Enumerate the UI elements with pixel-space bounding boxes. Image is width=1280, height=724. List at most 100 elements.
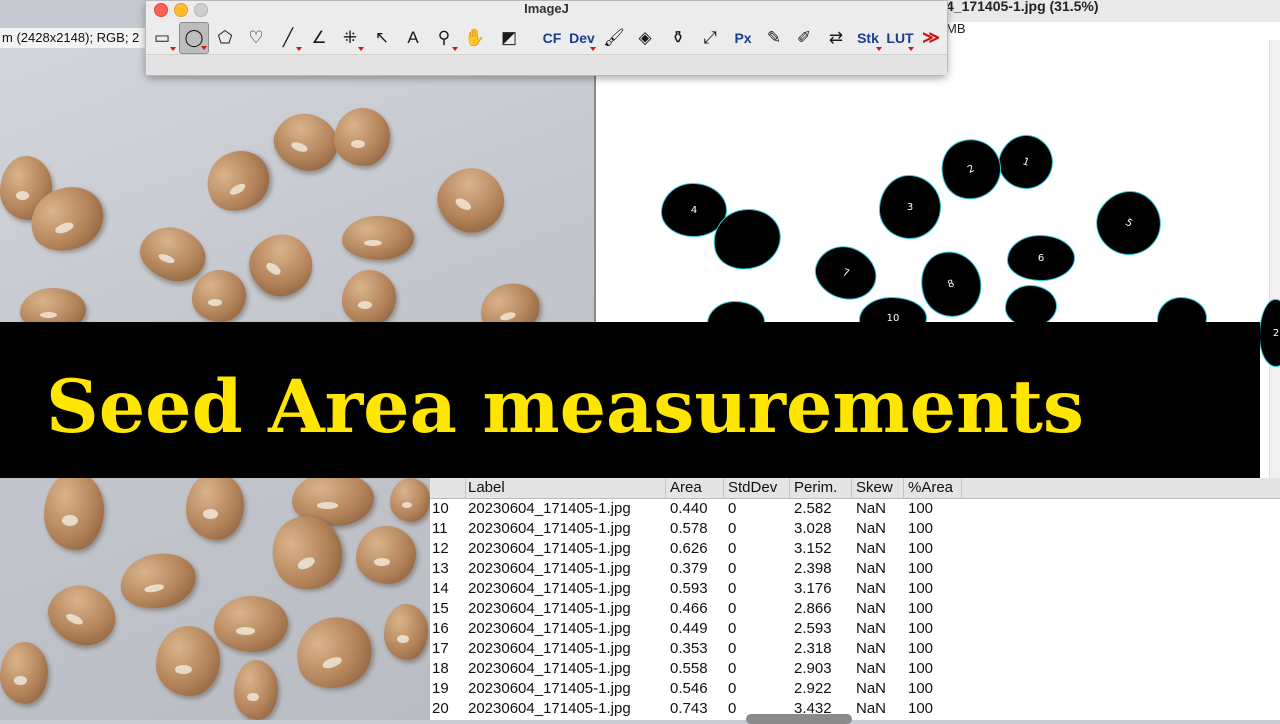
table-cell: NaN: [856, 600, 887, 617]
table-cell: 0.466: [670, 600, 708, 617]
text-tool-icon: A: [407, 28, 419, 47]
angle-tool-icon[interactable]: ∠: [304, 22, 334, 54]
horizontal-scrollbar-thumb[interactable]: [746, 714, 852, 724]
table-row[interactable]: 13 20230604_171405-1.jpg 0.379 0 2.398 NaN 100: [430, 559, 1280, 579]
lut-tool-label: LUT: [886, 30, 914, 46]
magnifier-tool-icon[interactable]: ⚲: [429, 22, 459, 54]
seed: [38, 574, 126, 656]
lut-tool[interactable]: LUT: [885, 22, 915, 54]
oval-tool-icon[interactable]: ◯: [179, 22, 209, 54]
seed: [390, 478, 430, 522]
table-cell: 11: [432, 520, 448, 537]
table-row[interactable]: 12 20230604_171405-1.jpg 0.626 0 3.152 NaN 100: [430, 539, 1280, 559]
line-tool-icon: ╱: [282, 28, 294, 47]
more-tools-icon[interactable]: ≫: [916, 22, 946, 54]
dropdown-triangle-icon: [590, 47, 596, 51]
text-tool-icon[interactable]: A: [398, 22, 428, 54]
table-row[interactable]: 16 20230604_171405-1.jpg 0.449 0 2.593 NaN 100: [430, 619, 1280, 639]
table-cell: 3.028: [794, 520, 832, 537]
seed-blob: [1006, 286, 1056, 326]
oval-tool-icon: ◯: [184, 28, 204, 47]
column-header[interactable]: Skew: [852, 478, 904, 498]
paintbrush-tool-icon[interactable]: ✐: [789, 22, 819, 54]
wand-tool-icon[interactable]: ↖: [367, 22, 397, 54]
brush-tool-icon[interactable]: 🖌: [599, 22, 629, 54]
table-row[interactable]: 17 20230604_171405-1.jpg 0.353 0 2.318 NaN 100: [430, 639, 1280, 659]
table-cell: 17: [432, 640, 449, 657]
table-cell: 20230604_171405-1.jpg: [468, 640, 631, 657]
polygon-tool-icon[interactable]: ⬠: [210, 22, 240, 54]
column-header[interactable]: Area: [666, 478, 724, 498]
table-cell: 19: [432, 680, 449, 697]
seed: [237, 221, 325, 309]
cf-tool[interactable]: CF: [537, 22, 567, 54]
table-cell: 0.353: [670, 640, 708, 657]
seed: [0, 642, 48, 704]
pixel-inspector-icon: Px: [734, 30, 752, 46]
table-row[interactable]: 14 20230604_171405-1.jpg 0.593 0 3.176 NaN 100: [430, 579, 1280, 599]
table-cell: 0.379: [670, 560, 708, 577]
table-cell: 100: [908, 680, 934, 697]
imagej-toolbar-window[interactable]: ImageJ ▭ ◯ ⬠ ♡ ╱ ∠ ⁜ ↖ A ⚲ ✋ ◩ CF Dev 🖌 ◈ ⚱ ⤢ Px ✎ ✐ ⇄ Stk LUT ≫: [145, 0, 948, 76]
table-cell: 16: [432, 620, 449, 637]
table-row[interactable]: 11 20230604_171405-1.jpg 0.578 0 3.028 NaN 100: [430, 519, 1280, 539]
seed-blob: 1: [992, 128, 1060, 196]
blob-label: 7: [841, 266, 851, 280]
results-table-window[interactable]: Label Area StdDev Perim. Skew %Area 10 2023060…: [430, 478, 1280, 724]
color-picker-icon[interactable]: ◩: [494, 22, 524, 54]
dropdown-triangle-icon: [296, 47, 302, 51]
pencil-tool-icon[interactable]: ✎: [759, 22, 789, 54]
table-cell: NaN: [856, 580, 887, 597]
table-cell: 0: [728, 620, 737, 637]
table-row[interactable]: 18 20230604_171405-1.jpg 0.558 0 2.903 NaN 100: [430, 659, 1280, 679]
table-cell: 3.152: [794, 540, 832, 557]
table-cell: 0: [728, 640, 737, 657]
dropdown-triangle-icon: [358, 47, 364, 51]
table-row[interactable]: 10 20230604_171405-1.jpg 0.440 0 2.582 NaN 100: [430, 499, 1280, 519]
table-cell: 20230604_171405-1.jpg: [468, 680, 631, 697]
table-cell: 100: [908, 540, 934, 557]
table-row[interactable]: 19 20230604_171405-1.jpg 0.546 0 2.922 NaN 100: [430, 679, 1280, 699]
rectangle-tool-icon[interactable]: ▭: [147, 22, 177, 54]
spray-tool-icon[interactable]: ⚱: [663, 22, 693, 54]
dropdown-triangle-icon: [201, 46, 207, 50]
dev-tool[interactable]: Dev: [567, 22, 597, 54]
hand-tool-icon[interactable]: ✋: [460, 22, 490, 54]
seed: [334, 108, 390, 166]
table-cell: NaN: [856, 500, 887, 517]
arrow-tool-icon[interactable]: ⇄: [821, 22, 851, 54]
status-bar: [146, 54, 947, 75]
table-cell: 0: [728, 500, 737, 517]
dropdown-triangle-icon: [452, 47, 458, 51]
table-row[interactable]: 20 20230604_171405-1.jpg 0.743 0 3.432 NaN 100: [430, 699, 1280, 719]
table-row[interactable]: 15 20230604_171405-1.jpg 0.466 0 2.866 NaN 100: [430, 599, 1280, 619]
seed-blob: 2: [1260, 300, 1280, 366]
dropdown-triangle-icon: [908, 47, 914, 51]
table-cell: 20: [432, 700, 449, 717]
table-cell: 100: [908, 660, 934, 677]
column-header[interactable]: Label: [464, 478, 666, 498]
flood-fill-icon[interactable]: ◈: [630, 22, 660, 54]
seed: [384, 604, 428, 660]
table-header: Label Area StdDev Perim. Skew %Area: [430, 478, 1280, 499]
table-cell: 20230604_171405-1.jpg: [468, 660, 631, 677]
column-header[interactable]: StdDev: [724, 478, 790, 498]
freehand-tool-icon[interactable]: ♡: [241, 22, 271, 54]
line-tool-icon[interactable]: ╱: [273, 22, 303, 54]
seed-blob: 7: [809, 239, 883, 307]
column-header[interactable]: %Area: [904, 478, 962, 498]
stk-tool[interactable]: Stk: [853, 22, 883, 54]
column-header[interactable]: Perim.: [790, 478, 852, 498]
table-cell: 2.922: [794, 680, 832, 697]
multipoint-tool-icon[interactable]: ⁜: [335, 22, 365, 54]
column-header[interactable]: [430, 478, 466, 498]
dropdown-triangle-icon: [170, 47, 176, 51]
more-tools-icon: ≫: [922, 28, 940, 47]
freehand-tool-icon: ♡: [248, 28, 264, 47]
pixel-inspector-icon[interactable]: Px: [728, 22, 758, 54]
table-cell: NaN: [856, 560, 887, 577]
pipette-tool-icon[interactable]: ⤢: [695, 22, 725, 54]
rectangle-tool-icon: ▭: [153, 28, 171, 47]
table-cell: 14: [432, 580, 449, 597]
table-cell: NaN: [856, 540, 887, 557]
